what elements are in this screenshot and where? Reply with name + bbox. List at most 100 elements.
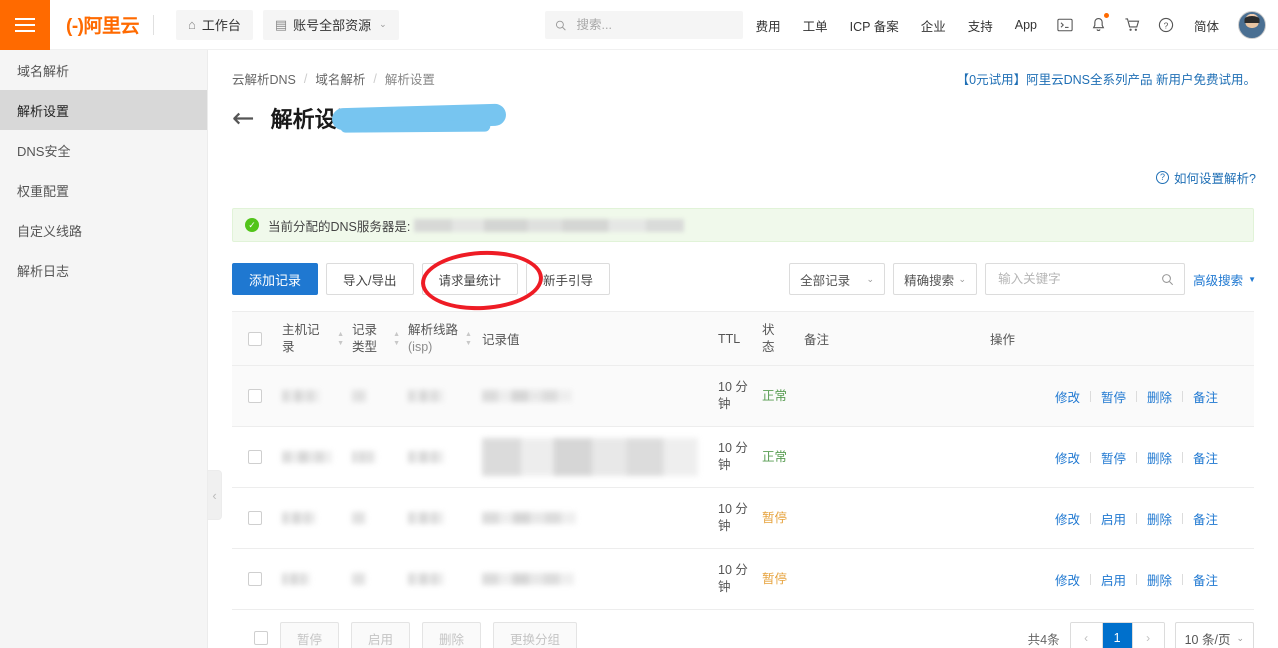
nav-item-ticket[interactable]: 工单 [792,0,839,50]
footer-select-all-checkbox[interactable] [254,631,268,645]
hamburger-menu-icon[interactable] [0,0,50,50]
terminal-icon[interactable] [1048,0,1082,50]
keyword-search-box[interactable] [985,263,1185,295]
breadcrumb-item-domain[interactable]: 域名解析 [315,69,365,88]
chevron-down-icon: ⌄ [959,274,967,285]
search-icon[interactable] [1161,273,1174,286]
sidebar-item-resolution-log[interactable]: 解析日志 [0,250,207,290]
action-pause[interactable]: 暂停 [1091,387,1136,406]
action-note[interactable]: 备注 [1183,387,1228,406]
sort-icon[interactable]: ▲▼ [393,331,400,347]
promo-banner-link[interactable]: 【0元试用】阿里云DNS全系列产品 新用户免费试用。 [957,69,1256,88]
add-record-button[interactable]: 添加记录 [232,263,318,295]
batch-enable-button[interactable]: 启用 [351,622,410,648]
total-count-label: 共4条 [1028,629,1060,648]
cell-ttl: 10 分钟 [714,379,758,413]
import-export-button[interactable]: 导入/导出 [326,263,413,295]
arrow-left-icon[interactable]: ← [232,105,255,132]
sidebar-collapse-handle[interactable]: ‹ [208,470,222,520]
workbench-button[interactable]: ⌂ 工作台 [176,10,253,40]
action-edit[interactable]: 修改 [1045,448,1090,467]
batch-change-group-button[interactable]: 更换分组 [493,622,577,648]
table-row[interactable]: 10 分钟 暂停 修改 启用 删除 备注 [232,549,1254,610]
nav-item-support[interactable]: 支持 [957,0,1004,50]
sort-icon[interactable]: ▲▼ [465,331,472,347]
brand-logo[interactable]: (-)阿里云 [66,0,154,50]
nav-item-icp[interactable]: ICP 备案 [839,0,910,50]
action-delete[interactable]: 删除 [1137,387,1182,406]
row-checkbox[interactable] [248,389,262,403]
cart-icon[interactable] [1115,0,1149,50]
row-checkbox[interactable] [248,572,262,586]
column-header-line[interactable]: 解析线路 (isp) ▲▼ [404,322,478,356]
prev-page-button[interactable]: ‹ [1071,623,1102,648]
action-delete[interactable]: 删除 [1137,570,1182,589]
redacted-record-value [482,390,572,402]
redacted-line-value [408,451,444,463]
action-pause[interactable]: 暂停 [1091,448,1136,467]
cell-type [348,451,404,463]
search-mode-select[interactable]: 精确搜索 ⌄ [893,263,977,295]
action-delete[interactable]: 删除 [1137,448,1182,467]
column-header-type[interactable]: 记录类型 ▲▼ [348,322,404,356]
redacted-host-value [282,451,332,463]
nav-item-enterprise[interactable]: 企业 [910,0,957,50]
dns-server-alert-text: 当前分配的DNS服务器是: [268,216,410,235]
table-row[interactable]: 10 分钟 正常 修改 暂停 删除 备注 [232,366,1254,427]
how-to-setup-link[interactable]: ? 如何设置解析? [1156,168,1256,187]
global-search-box[interactable] [545,11,743,39]
sidebar-item-domain-resolution[interactable]: 域名解析 [0,50,207,90]
column-header-note: 备注 [800,329,990,348]
breadcrumb-item-dns[interactable]: 云解析DNS [232,69,296,88]
cell-line [404,512,478,524]
advanced-search-toggle[interactable]: 高级搜索 ▼ [1193,270,1256,289]
nav-item-app[interactable]: App [1004,0,1048,50]
batch-pause-button[interactable]: 暂停 [280,622,339,648]
top-right-actions: 费用 工单 ICP 备案 企业 支持 App [745,0,1270,50]
chevron-down-icon: ⌄ [1236,633,1244,644]
row-checkbox[interactable] [248,450,262,464]
action-enable[interactable]: 启用 [1091,570,1136,589]
action-note[interactable]: 备注 [1183,570,1228,589]
bell-icon[interactable] [1082,0,1115,50]
sort-icon[interactable]: ▲▼ [337,331,344,347]
chevron-left-icon: ‹ [212,488,216,503]
global-search-input[interactable] [575,17,733,33]
breadcrumb-separator: / [373,72,376,86]
cell-value [478,438,714,476]
action-delete[interactable]: 删除 [1137,509,1182,528]
sidebar-item-weight-config[interactable]: 权重配置 [0,170,207,210]
page-number-1[interactable]: 1 [1102,623,1133,648]
request-stats-button[interactable]: 请求量统计 [422,263,519,295]
row-actions: 修改 启用 删除 备注 [1045,570,1228,589]
user-avatar[interactable] [1238,11,1266,39]
sidebar-item-dns-security[interactable]: DNS安全 [0,130,207,170]
language-switcher[interactable]: 简体 [1183,0,1230,50]
ttl-value: 10 分钟 [718,501,754,535]
action-note[interactable]: 备注 [1183,509,1228,528]
next-page-button[interactable]: › [1133,623,1164,648]
action-note[interactable]: 备注 [1183,448,1228,467]
beginner-guide-button[interactable]: 新手引导 [526,263,610,295]
page-title: 解析设置 [271,102,359,134]
keyword-search-input[interactable] [996,271,1161,287]
batch-delete-button[interactable]: 删除 [422,622,481,648]
action-edit[interactable]: 修改 [1045,509,1090,528]
nav-item-fee[interactable]: 费用 [745,0,792,50]
column-header-state: 状态 [758,322,800,356]
account-resources-dropdown[interactable]: ▤ 账号全部资源 ⌄ [263,10,399,40]
column-header-host[interactable]: 主机记录 ▲▼ [278,322,348,356]
table-row[interactable]: 10 分钟 暂停 修改 启用 删除 备注 [232,488,1254,549]
action-edit[interactable]: 修改 [1045,387,1090,406]
action-enable[interactable]: 启用 [1091,509,1136,528]
cell-value [478,573,714,585]
sidebar-item-resolution-settings[interactable]: 解析设置 [0,90,207,130]
page-size-select[interactable]: 10 条/页 ⌄ [1175,622,1254,648]
table-row[interactable]: 10 分钟 正常 修改 暂停 删除 备注 [232,427,1254,488]
action-edit[interactable]: 修改 [1045,570,1090,589]
record-scope-select[interactable]: 全部记录 ⌄ [789,263,885,295]
help-icon[interactable]: ? [1149,0,1183,50]
row-checkbox[interactable] [248,511,262,525]
select-all-checkbox[interactable] [248,332,262,346]
sidebar-item-custom-line[interactable]: 自定义线路 [0,210,207,250]
